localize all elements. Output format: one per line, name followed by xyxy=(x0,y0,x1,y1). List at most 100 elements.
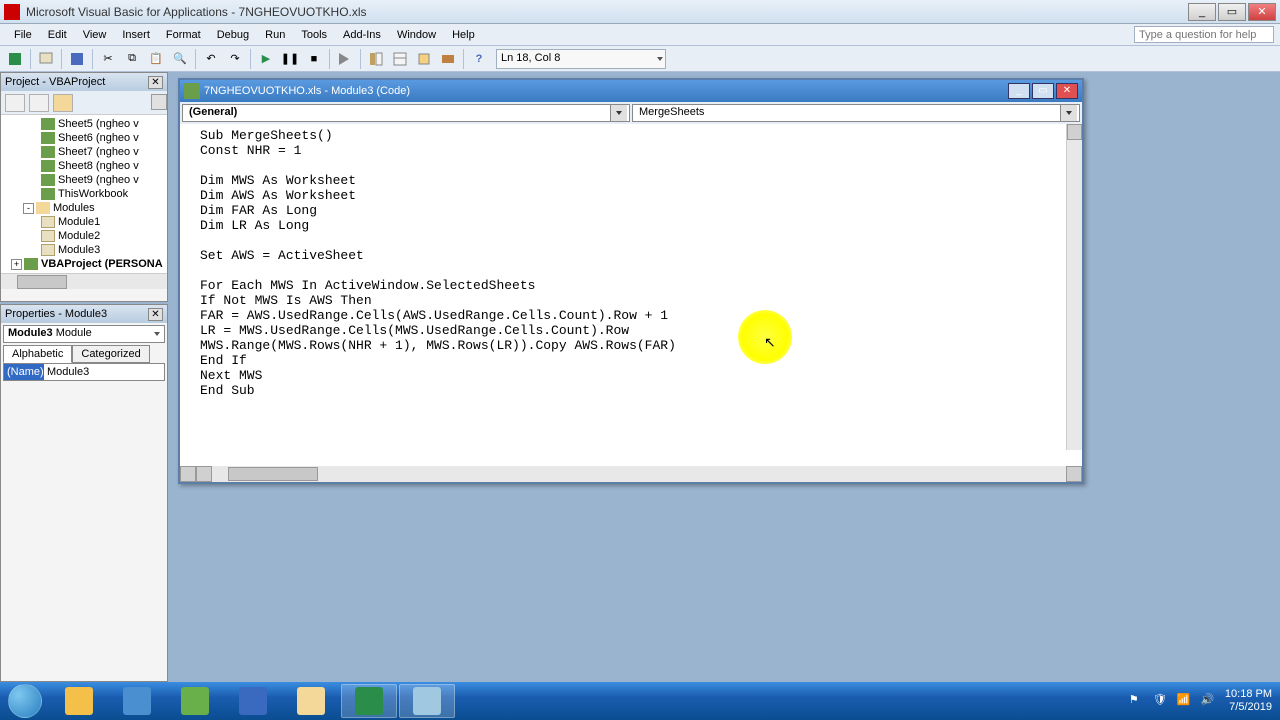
menu-file[interactable]: File xyxy=(6,27,40,43)
project-explorer: Project - VBAProject ✕ Sheet5 (ngheo vSh… xyxy=(0,72,168,302)
minimize-button[interactable]: _ xyxy=(1188,3,1216,21)
run-icon[interactable]: ▶ xyxy=(255,48,277,70)
view-object-icon[interactable] xyxy=(29,94,49,112)
code-close-button[interactable]: ✕ xyxy=(1056,83,1078,99)
taskbar-app-globe[interactable] xyxy=(109,684,165,718)
start-button[interactable] xyxy=(0,682,50,720)
tree-item[interactable]: Sheet7 (ngheo v xyxy=(3,145,165,159)
menu-insert[interactable]: Insert xyxy=(114,27,158,43)
menu-window[interactable]: Window xyxy=(389,27,444,43)
help-search[interactable] xyxy=(1134,26,1274,43)
clock[interactable]: 10:18 PM 7/5/2019 xyxy=(1225,688,1272,714)
close-button[interactable]: ✕ xyxy=(1248,3,1276,21)
code-window: 7NGHEOVUOTKHO.xls - Module3 (Code) _ ▭ ✕… xyxy=(178,78,1084,484)
menubar: File Edit View Insert Format Debug Run T… xyxy=(0,24,1280,46)
taskbar-app-word[interactable] xyxy=(225,684,281,718)
tree-item[interactable]: Sheet9 (ngheo v xyxy=(3,173,165,187)
code-minimize-button[interactable]: _ xyxy=(1008,83,1030,99)
menu-tools[interactable]: Tools xyxy=(293,27,335,43)
menu-debug[interactable]: Debug xyxy=(209,27,257,43)
tree-item[interactable]: Module3 xyxy=(3,243,165,257)
code-hscrollbar[interactable] xyxy=(212,466,1066,482)
app-title: Microsoft Visual Basic for Applications … xyxy=(26,5,1188,19)
prop-value-cell[interactable]: Module3 xyxy=(44,364,164,380)
toolbox-icon[interactable] xyxy=(437,48,459,70)
scroll-up-icon[interactable] xyxy=(151,94,167,110)
menu-edit[interactable]: Edit xyxy=(40,27,75,43)
prop-name-cell: (Name) xyxy=(4,364,44,380)
taskbar-app-unikey[interactable] xyxy=(167,684,223,718)
code-text[interactable]: Sub MergeSheets() Const NHR = 1 Dim MWS … xyxy=(180,124,1082,402)
props-close-button[interactable]: ✕ xyxy=(148,308,163,321)
redo-icon[interactable]: ↷ xyxy=(224,48,246,70)
menu-view[interactable]: View xyxy=(75,27,115,43)
cut-icon[interactable]: ✂ xyxy=(97,48,119,70)
code-maximize-button[interactable]: ▭ xyxy=(1032,83,1054,99)
props-grid[interactable]: (Name) Module3 xyxy=(3,363,165,381)
procedure-view-icon[interactable] xyxy=(180,466,196,482)
save-icon[interactable] xyxy=(66,48,88,70)
tab-categorized[interactable]: Categorized xyxy=(72,345,149,363)
tree-item[interactable]: ThisWorkbook xyxy=(3,187,165,201)
network-icon[interactable]: 📶 xyxy=(1177,693,1193,709)
reset-icon[interactable]: ■ xyxy=(303,48,325,70)
tree-item[interactable]: Module2 xyxy=(3,229,165,243)
project-close-button[interactable]: ✕ xyxy=(148,76,163,89)
tree-item[interactable]: -Modules xyxy=(3,201,165,215)
scroll-right-icon[interactable] xyxy=(1066,466,1082,482)
project-explorer-icon[interactable] xyxy=(365,48,387,70)
help-icon[interactable]: ? xyxy=(468,48,490,70)
taskbar: ⚑ 🛡 📶 🔊 10:18 PM 7/5/2019 xyxy=(0,682,1280,720)
tab-alphabetic[interactable]: Alphabetic xyxy=(3,345,72,363)
menu-run[interactable]: Run xyxy=(257,27,293,43)
project-tree[interactable]: Sheet5 (ngheo vSheet6 (ngheo vSheet7 (ng… xyxy=(1,115,167,273)
code-editor[interactable]: Sub MergeSheets() Const NHR = 1 Dim MWS … xyxy=(180,124,1082,466)
undo-icon[interactable]: ↶ xyxy=(200,48,222,70)
code-vscrollbar[interactable] xyxy=(1066,124,1082,450)
props-object-combo[interactable]: Module3 Module xyxy=(3,325,165,343)
tree-item[interactable]: Sheet8 (ngheo v xyxy=(3,159,165,173)
full-module-view-icon[interactable] xyxy=(196,466,212,482)
tree-item[interactable]: Sheet6 (ngheo v xyxy=(3,131,165,145)
design-mode-icon[interactable] xyxy=(334,48,356,70)
tree-item[interactable]: Sheet5 (ngheo v xyxy=(3,117,165,131)
view-excel-icon[interactable] xyxy=(4,48,26,70)
tree-scrollbar[interactable] xyxy=(1,273,167,289)
volume-icon[interactable]: 🔊 xyxy=(1201,693,1217,709)
taskbar-app-explorer[interactable] xyxy=(283,684,339,718)
tree-item[interactable]: +VBAProject (PERSONA xyxy=(3,257,165,271)
procedure-combo[interactable]: MergeSheets xyxy=(632,104,1080,122)
code-window-titlebar[interactable]: 7NGHEOVUOTKHO.xls - Module3 (Code) _ ▭ ✕ xyxy=(180,80,1082,102)
vba-icon xyxy=(4,4,20,20)
module-icon xyxy=(184,83,200,99)
view-code-icon[interactable] xyxy=(5,94,25,112)
copy-icon[interactable]: ⧉ xyxy=(121,48,143,70)
properties-panel: Properties - Module3 ✕ Module3 Module Al… xyxy=(0,304,168,682)
shield-icon[interactable]: 🛡 xyxy=(1153,693,1169,709)
paste-icon[interactable]: 📋 xyxy=(145,48,167,70)
props-panel-title: Properties - Module3 ✕ xyxy=(1,305,167,323)
system-tray[interactable]: ⚑ 🛡 📶 🔊 10:18 PM 7/5/2019 xyxy=(1121,688,1280,714)
object-combo[interactable]: (General) xyxy=(182,104,630,122)
taskbar-app-chrome[interactable] xyxy=(51,684,107,718)
toolbar: ✂ ⧉ 📋 🔍 ↶ ↷ ▶ ❚❚ ■ ? Ln 18, Col 8 xyxy=(0,46,1280,72)
properties-icon[interactable] xyxy=(389,48,411,70)
workspace: Project - VBAProject ✕ Sheet5 (ngheo vSh… xyxy=(0,72,1280,682)
object-browser-icon[interactable] xyxy=(413,48,435,70)
menu-help[interactable]: Help xyxy=(444,27,483,43)
toggle-folders-icon[interactable] xyxy=(53,94,73,112)
taskbar-app-excel[interactable] xyxy=(341,684,397,718)
taskbar-app-notepad[interactable] xyxy=(399,684,455,718)
find-icon[interactable]: 🔍 xyxy=(169,48,191,70)
break-icon[interactable]: ❚❚ xyxy=(279,48,301,70)
insert-module-icon[interactable] xyxy=(35,48,57,70)
position-indicator[interactable]: Ln 18, Col 8 xyxy=(496,49,666,69)
maximize-button[interactable]: ▭ xyxy=(1218,3,1246,21)
scroll-up-icon[interactable] xyxy=(1067,124,1082,140)
flag-icon[interactable]: ⚑ xyxy=(1129,693,1145,709)
menu-format[interactable]: Format xyxy=(158,27,209,43)
project-panel-title: Project - VBAProject ✕ xyxy=(1,73,167,91)
menu-addins[interactable]: Add-Ins xyxy=(335,27,389,43)
titlebar: Microsoft Visual Basic for Applications … xyxy=(0,0,1280,24)
tree-item[interactable]: Module1 xyxy=(3,215,165,229)
